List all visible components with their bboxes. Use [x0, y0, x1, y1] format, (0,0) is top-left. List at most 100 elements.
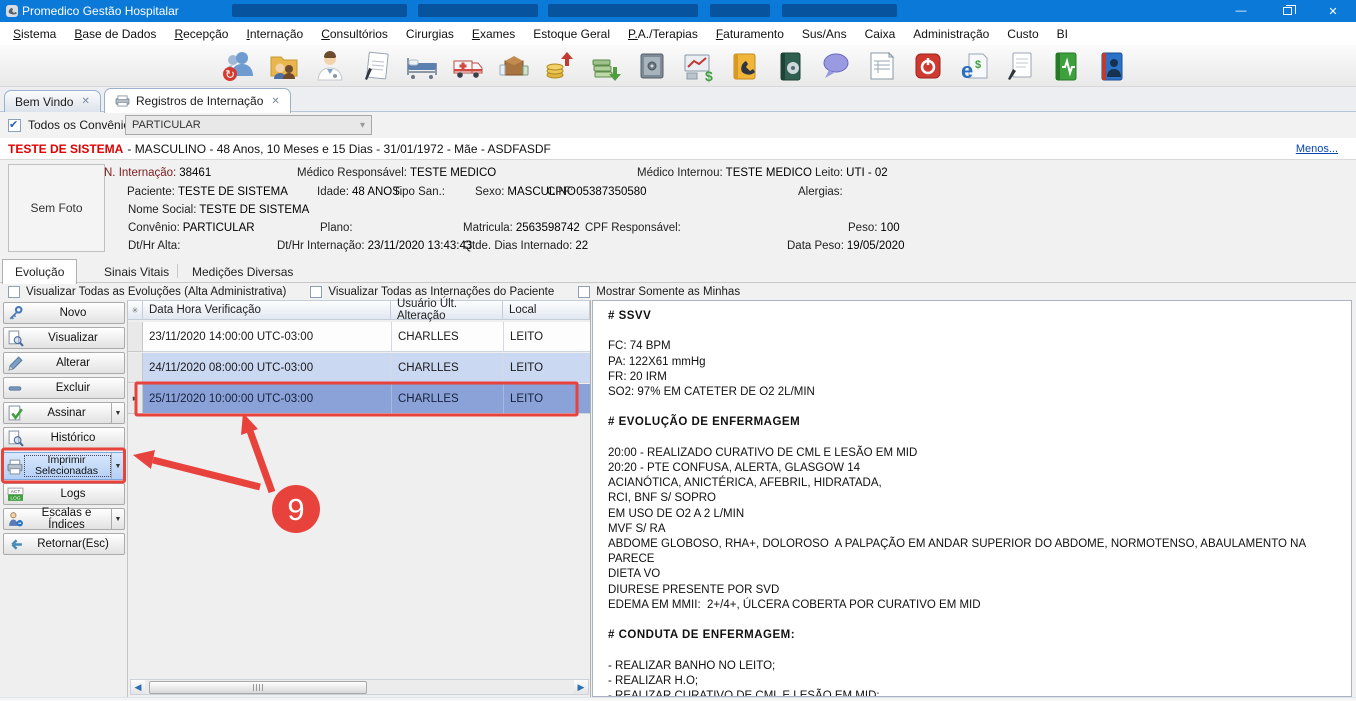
visualizar-button[interactable]: Visualizar: [3, 327, 125, 349]
show-all-evolutions-label: Visualizar Todas as Evoluções (Alta Admi…: [26, 286, 286, 298]
menu-item-internacao[interactable]: Internação: [237, 24, 312, 44]
menu-bar: Sistema Base de Dados Recepção Internaçã…: [0, 22, 1356, 45]
field-discharge: Dt/Hr Alta:: [128, 240, 183, 252]
power-icon[interactable]: [911, 49, 945, 83]
minimize-button[interactable]: —: [1218, 0, 1264, 22]
menu-item-exames[interactable]: Exames: [463, 24, 524, 44]
contacts-book-icon[interactable]: [1095, 49, 1129, 83]
menu-item-administracao[interactable]: Administração: [904, 24, 998, 44]
row-pointer-icon: ▸: [133, 393, 138, 404]
column-header-local[interactable]: Local: [503, 300, 590, 320]
toolbar: ↻ $ $e: [0, 45, 1356, 87]
menu-item-faturamento[interactable]: Faturamento: [707, 24, 793, 44]
note-line: 20:00 - REALIZADO CURATIVO DE CML E LESÃ…: [608, 446, 1343, 461]
action-sidebar: Novo Visualizar Alterar Excluir Assinar …: [0, 300, 128, 701]
patient-summary: - MASCULINO - 48 Anos, 10 Meses e 15 Dia…: [127, 142, 551, 156]
finance-chart-icon[interactable]: $: [681, 49, 715, 83]
show-only-mine-checkbox[interactable]: [578, 286, 590, 298]
menu-item-caixa[interactable]: Caixa: [856, 24, 905, 44]
insurance-dropdown[interactable]: PARTICULAR ▾: [125, 115, 372, 135]
note-line: ABDOME GLOBOSO, RHA+, DOLOROSO A PALPAÇÃ…: [608, 537, 1343, 567]
svg-text:$: $: [975, 59, 981, 71]
note-line: # CONDUTA DE ENFERMAGEM:: [608, 628, 1343, 643]
svg-text:ACT: ACT: [11, 489, 21, 495]
contract-sign-icon[interactable]: [1003, 49, 1037, 83]
electronic-billing-icon[interactable]: $e: [957, 49, 991, 83]
patients-folder-icon[interactable]: [267, 49, 301, 83]
assinar-dropdown-arrow[interactable]: ▼: [111, 403, 124, 423]
cash-out-icon[interactable]: [589, 49, 623, 83]
evolution-note-panel[interactable]: # SSVV FC: 74 BPM PA: 122X61 mmHg FR: 20…: [592, 300, 1352, 697]
show-all-internments-checkbox[interactable]: [310, 286, 322, 298]
column-header-user[interactable]: Usuário Últ. Alteração: [391, 300, 503, 320]
doctor-icon[interactable]: [313, 49, 347, 83]
ambulance-icon[interactable]: [451, 49, 485, 83]
menu-item-cirurgias[interactable]: Cirurgias: [397, 24, 463, 44]
cell-local: LEITO: [503, 322, 590, 351]
table-row[interactable]: 24/11/2020 08:00:00 UTC-03:00 CHARLLES L…: [143, 353, 590, 383]
column-header-datetime[interactable]: Data Hora Verificação: [143, 300, 391, 320]
close-button[interactable]: ✕: [1310, 0, 1356, 22]
horizontal-scrollbar[interactable]: ◀ ▶: [130, 679, 589, 695]
tab-close-icon[interactable]: ✕: [81, 96, 89, 107]
novo-button[interactable]: Novo: [3, 302, 125, 324]
table-row-selected[interactable]: 25/11/2020 10:00:00 UTC-03:00 CHARLLES L…: [143, 384, 590, 414]
menu-item-sus-ans[interactable]: Sus/Ans: [793, 24, 856, 44]
less-link[interactable]: Menos...: [1296, 143, 1338, 155]
imprimir-dropdown-arrow[interactable]: ▼: [111, 453, 124, 479]
scroll-right-icon[interactable]: ▶: [574, 680, 588, 694]
safe-icon[interactable]: [635, 49, 669, 83]
vitals-book-icon[interactable]: [1049, 49, 1083, 83]
menu-item-custo[interactable]: Custo: [998, 24, 1047, 44]
column-header-datetime-label: Data Hora Verificação: [149, 304, 261, 316]
tab-evolucao[interactable]: Evolução: [2, 259, 77, 284]
media-book-icon[interactable]: [773, 49, 807, 83]
tab-close-icon[interactable]: ✕: [271, 96, 279, 107]
menu-item-sistema[interactable]: Sistema: [4, 24, 65, 44]
menu-item-pa-terapias[interactable]: P.A./Terapias: [619, 24, 707, 44]
assinar-button[interactable]: Assinar ▼: [3, 402, 125, 424]
hospital-bed-icon[interactable]: [405, 49, 439, 83]
table-row[interactable]: 23/11/2020 14:00:00 UTC-03:00 CHARLLES L…: [143, 322, 590, 352]
stock-items-icon[interactable]: [497, 49, 531, 83]
menu-item-consultorios[interactable]: Consultórios: [312, 24, 397, 44]
field-admission: Dt/Hr Internação:23/11/2020 13:43:43: [277, 240, 472, 252]
escalas-dropdown-arrow[interactable]: ▼: [111, 509, 124, 529]
scroll-left-icon[interactable]: ◀: [131, 680, 145, 694]
scrollbar-thumb[interactable]: [149, 681, 367, 694]
back-arrow-icon: [7, 536, 24, 553]
tab-sinais-vitais[interactable]: Sinais Vitais: [92, 260, 181, 283]
note-line: ACIANÓTICA, ANICTÉRICA, AFEBRIL, HIDRATA…: [608, 476, 1343, 491]
show-all-evolutions-checkbox[interactable]: [8, 286, 20, 298]
excluir-button[interactable]: Excluir: [3, 377, 125, 399]
historico-button[interactable]: Histórico: [3, 427, 125, 449]
cell-user: CHARLLES: [391, 322, 503, 351]
patient-name-header: TESTE DE SISTEMA: [8, 142, 123, 156]
escalas-indices-button[interactable]: Escalas e Índices ▼: [3, 508, 125, 530]
redacted-version-info: [782, 4, 897, 17]
prescription-document-icon[interactable]: [359, 49, 393, 83]
invoice-icon[interactable]: [865, 49, 899, 83]
patient-info-panel: Sem Foto N. Internação:38461 Médico Resp…: [0, 160, 1356, 258]
contacts-sync-icon[interactable]: ↻: [221, 49, 255, 83]
menu-item-recepcao[interactable]: Recepção: [165, 24, 237, 44]
imprimir-selecionadas-button[interactable]: Imprimir Selecionadas ▼: [3, 452, 125, 480]
menu-item-base-de-dados[interactable]: Base de Dados: [65, 24, 165, 44]
note-line: EM USO DE O2 A 2 L/MIN: [608, 507, 1343, 522]
restore-button[interactable]: [1264, 0, 1310, 22]
cash-in-icon[interactable]: [543, 49, 577, 83]
tab-medicoes-diversas[interactable]: Medições Diversas: [180, 260, 305, 283]
retornar-button[interactable]: Retornar(Esc): [3, 533, 125, 555]
note-line: FC: 74 BPM: [608, 339, 1343, 354]
phone-directory-icon[interactable]: [727, 49, 761, 83]
menu-item-estoque-geral[interactable]: Estoque Geral: [524, 24, 619, 44]
chat-icon[interactable]: [819, 49, 853, 83]
alterar-button[interactable]: Alterar: [3, 352, 125, 374]
note-line: DIETA VO: [608, 567, 1343, 582]
all-insurances-checkbox[interactable]: [8, 119, 21, 132]
tab-registros-label: Registros de Internação: [136, 94, 263, 108]
tab-registros-internacao[interactable]: Registros de Internação ✕: [104, 88, 291, 113]
tab-bem-vindo[interactable]: Bem Vindo ✕: [4, 90, 101, 112]
logs-button[interactable]: ACTLOG Logs: [3, 483, 125, 505]
menu-item-bi[interactable]: BI: [1048, 24, 1077, 44]
